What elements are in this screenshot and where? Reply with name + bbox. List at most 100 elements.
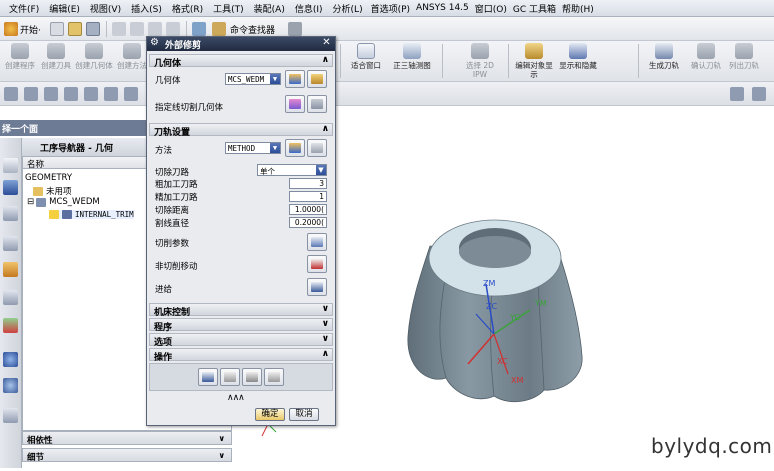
reuse-library-icon[interactable]	[3, 262, 18, 277]
open-icon[interactable]	[68, 22, 82, 36]
wrench-icon	[311, 143, 323, 153]
shade-icon[interactable]	[24, 87, 38, 101]
section-options[interactable]: 选项 ∨	[149, 333, 333, 348]
constraint-nav-icon[interactable]	[3, 236, 18, 251]
rough-passes-input[interactable]: 3	[289, 178, 327, 189]
select-2d-ipw-button[interactable]: 选择 2D IPW	[460, 43, 500, 79]
standard-toolbar: 开始· 命令查找器	[0, 17, 774, 41]
verify-button[interactable]	[242, 368, 262, 386]
replay-button[interactable]	[220, 368, 240, 386]
menu-preferences[interactable]: 首选项(P)	[368, 2, 413, 15]
save-icon[interactable]	[86, 22, 100, 36]
pan-icon[interactable]	[84, 87, 98, 101]
section-toolpath-settings[interactable]: 刀轨设置 ∧	[149, 123, 333, 138]
gear-icon[interactable]: ⚙	[150, 38, 161, 49]
specify-trim-geometry-button[interactable]	[285, 95, 305, 113]
xc-label: XC	[497, 357, 508, 366]
layer-icon[interactable]	[124, 87, 138, 101]
copy-icon[interactable]	[130, 22, 144, 36]
menu-info[interactable]: 信息(I)	[290, 2, 328, 15]
create-program-button[interactable]: 创建程序	[0, 43, 40, 70]
create-geometry-button[interactable]: 创建几何体	[74, 43, 114, 70]
edit-geometry-button[interactable]	[307, 70, 327, 88]
menu-analysis[interactable]: 分析(L)	[328, 2, 368, 15]
view-icon[interactable]	[4, 87, 18, 101]
tree-node-geometry[interactable]: GEOMETRY	[25, 173, 72, 183]
finish-passes-input[interactable]: 1	[289, 191, 327, 202]
edit-method-button[interactable]	[307, 139, 327, 157]
close-icon[interactable]: ✕	[321, 38, 332, 49]
menu-window[interactable]: 窗口(O)	[472, 2, 510, 15]
ok-button[interactable]: 确定	[255, 408, 285, 421]
wire-diameter-input[interactable]: 0.2000(	[289, 217, 327, 228]
navigator-details[interactable]: 细节 ∨	[22, 448, 232, 463]
generate-toolpath-button[interactable]: 生成刀轨	[644, 43, 684, 70]
command-finder[interactable]: 命令查找器	[230, 23, 275, 36]
menu-format[interactable]: 格式(R)	[167, 2, 208, 15]
menu-view[interactable]: 视图(V)	[85, 2, 126, 15]
dialog-titlebar[interactable]: ⚙ 外部修剪 ✕	[147, 37, 335, 51]
fit-window-button[interactable]: 适合窗口	[346, 43, 386, 70]
part-nav-icon[interactable]	[3, 206, 18, 221]
nav-tab-icon[interactable]	[3, 158, 18, 173]
tree-node-mcs[interactable]: ⊟ MCS_WEDM	[27, 197, 100, 207]
menu-gc-toolbox[interactable]: GC 工具箱	[510, 2, 559, 15]
section-actions[interactable]: 操作 ∧	[149, 348, 333, 363]
collapse-chevron-icon[interactable]: ∧∧∧	[227, 393, 245, 403]
new-geometry-button[interactable]	[285, 70, 305, 88]
menu-insert[interactable]: 插入(S)	[126, 2, 167, 15]
create-tool-button[interactable]: 创建刀具	[36, 43, 76, 70]
wireframe-icon[interactable]	[44, 87, 58, 101]
display-trim-geometry-button[interactable]	[307, 95, 327, 113]
section-geometry[interactable]: 几何体 ∧	[149, 54, 333, 69]
tree-node-internal-trim[interactable]: INTERNAL_TRIM	[49, 210, 134, 219]
start-button[interactable]: 开始·	[20, 23, 41, 36]
assembly-nav-icon[interactable]	[3, 180, 18, 195]
feeds-button[interactable]	[307, 278, 327, 296]
menu-tools[interactable]: 工具(T)	[208, 2, 249, 15]
zoom-icon[interactable]	[104, 87, 118, 101]
roles-icon[interactable]	[3, 408, 18, 423]
generate-button[interactable]	[198, 368, 218, 386]
list-toolpath-button[interactable]: 列出刀轨	[724, 43, 764, 70]
menu-file[interactable]: 文件(F)	[4, 2, 44, 15]
create-program-icon	[11, 43, 29, 59]
list-button[interactable]	[264, 368, 284, 386]
chevron-down-icon: ∨	[218, 434, 226, 443]
trimetric-view-button[interactable]: 正三轴测图	[392, 43, 432, 70]
start-icon[interactable]	[4, 22, 18, 36]
cut-distance-input[interactable]: 1.0000(	[289, 204, 327, 215]
menu-assembly[interactable]: 装配(A)	[249, 2, 290, 15]
paste-icon[interactable]	[148, 22, 162, 36]
noncut-moves-button[interactable]	[307, 255, 327, 273]
toolbar-options-icon[interactable]	[288, 22, 302, 36]
section-program[interactable]: 程序 ∨	[149, 318, 333, 333]
undo-icon[interactable]	[192, 22, 206, 36]
menu-help[interactable]: 帮助(H)	[559, 2, 597, 15]
machine-nav-icon[interactable]	[3, 290, 18, 305]
menu-edit[interactable]: 编辑(E)	[44, 2, 85, 15]
cmd-finder-icon[interactable]	[212, 22, 226, 36]
menu-ansys[interactable]: ANSYS 14.5	[413, 3, 472, 13]
section-machine-control[interactable]: 机床控制 ∨	[149, 303, 333, 318]
show-hide-button[interactable]: 显示和隐藏	[558, 43, 598, 70]
tree-node-unused[interactable]: 未用项	[33, 185, 72, 197]
web-browser-icon[interactable]	[3, 378, 18, 393]
cancel-button[interactable]: 取消	[289, 408, 319, 421]
cut-path-select[interactable]: 单个 ▼	[257, 164, 327, 176]
navigator-dependencies[interactable]: 相依性 ∨	[22, 431, 232, 446]
selection-filter-icon[interactable]	[752, 87, 766, 101]
cutting-params-button[interactable]	[307, 233, 327, 251]
edit-object-display-button[interactable]: 编辑对象显示	[514, 43, 554, 79]
method-select[interactable]: METHOD ▼	[225, 142, 281, 154]
snap-icon[interactable]	[730, 87, 744, 101]
geometry-select[interactable]: MCS_WEDM ▼	[225, 73, 281, 85]
new-method-button[interactable]	[285, 139, 305, 157]
palette-icon[interactable]	[3, 318, 18, 333]
cut-icon[interactable]	[112, 22, 126, 36]
new-icon[interactable]	[50, 22, 64, 36]
rotate-icon[interactable]	[64, 87, 78, 101]
delete-icon[interactable]	[166, 22, 180, 36]
verify-toolpath-button[interactable]: 确认刀轨	[686, 43, 726, 70]
history-icon[interactable]	[3, 352, 18, 367]
